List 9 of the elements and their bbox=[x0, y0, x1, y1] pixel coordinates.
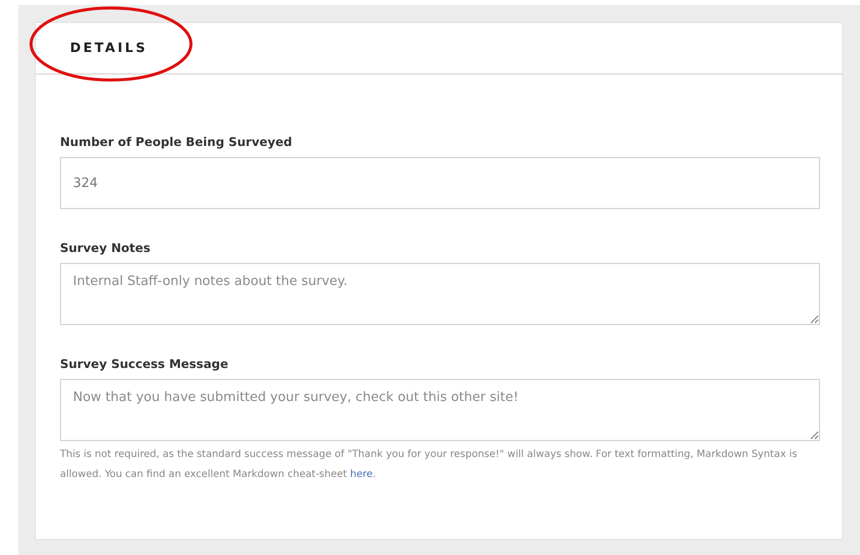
text-area[interactable]: Internal Staff-only notes about the survey. bbox=[60, 263, 820, 325]
help-link[interactable]: here bbox=[350, 469, 373, 480]
section-title: DETAILS bbox=[70, 40, 148, 56]
field-label: Number of People Being Surveyed bbox=[60, 135, 294, 149]
text-area[interactable]: Now that you have submitted your survey, check out this other site! bbox=[60, 379, 820, 441]
field-label: Survey Notes bbox=[60, 241, 152, 255]
help-text: This is not required, as the standard success message of "Thank you for your response!" will always show. For text formatting, Markdown Syntax is allowed. You can find an excellent Markdown cheat-sheet here. bbox=[60, 448, 798, 482]
field-label: Survey Success Message bbox=[60, 357, 230, 371]
input-field[interactable]: 324 bbox=[60, 157, 820, 209]
